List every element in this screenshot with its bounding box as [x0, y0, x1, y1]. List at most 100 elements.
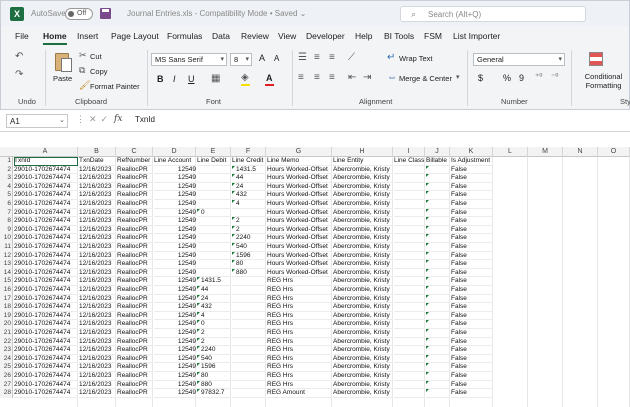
cell[interactable]: 29010-1702674474	[14, 312, 78, 321]
cell[interactable]: Line Debit	[197, 157, 231, 166]
cut-icon[interactable]: ✂	[79, 51, 87, 60]
cell[interactable]: 29010-1702674474	[14, 260, 78, 269]
cell[interactable]: 12549	[154, 217, 196, 226]
cell[interactable]: Abercrombie, Kristy	[333, 166, 393, 175]
cell[interactable]: 12549	[154, 320, 196, 329]
cell[interactable]: 880	[232, 268, 266, 278]
cell[interactable]: 12549	[154, 166, 196, 175]
font-color-button[interactable]: A	[266, 73, 273, 83]
grow-font-button[interactable]: A	[259, 53, 265, 63]
underline-button[interactable]: U	[188, 74, 195, 84]
save-icon[interactable]	[100, 8, 111, 19]
cell[interactable]: 29010-1702674474	[14, 338, 78, 347]
cell[interactable]: 12/16/2023	[79, 166, 116, 175]
cell[interactable]: Abercrombie, Kristy	[333, 226, 393, 235]
cell[interactable]: Abercrombie, Kristy	[333, 191, 393, 200]
cell[interactable]	[394, 191, 425, 200]
cell[interactable]	[394, 381, 425, 390]
currency-button[interactable]: $	[478, 73, 483, 83]
row-header[interactable]: 22	[0, 337, 13, 347]
cell[interactable]: 12549	[154, 389, 196, 398]
cell[interactable]	[394, 174, 425, 183]
cell[interactable]: Abercrombie, Kristy	[333, 252, 393, 261]
cell[interactable]	[394, 329, 425, 338]
comma-button[interactable]: 9	[519, 73, 524, 83]
name-box[interactable]: A1 ⌄	[6, 114, 68, 128]
cell[interactable]: 12549	[154, 286, 196, 295]
cell[interactable]: 12/16/2023	[79, 234, 116, 243]
cell[interactable]	[426, 174, 450, 183]
cell[interactable]: Abercrombie, Kristy	[333, 243, 393, 252]
row-header[interactable]: 1	[0, 157, 13, 166]
cell[interactable]	[197, 183, 231, 192]
cell[interactable]: ReallocPR	[117, 234, 153, 243]
cell[interactable]	[426, 182, 450, 192]
cell[interactable]: Abercrombie, Kristy	[333, 320, 393, 329]
cell[interactable]: Abercrombie, Kristy	[333, 209, 393, 218]
cell[interactable]: 12/16/2023	[79, 346, 116, 355]
cell[interactable]: 12/16/2023	[79, 183, 116, 192]
increase-decimal-icon[interactable]: ⁺⁰	[535, 73, 542, 81]
cell[interactable]: Hours Worked-Offset	[267, 243, 332, 252]
row-header[interactable]: 12	[0, 251, 13, 261]
cell[interactable]: False	[451, 260, 493, 269]
cell[interactable]: 12/16/2023	[79, 295, 116, 304]
cell[interactable]	[394, 312, 425, 321]
cell[interactable]: False	[451, 269, 493, 278]
row-header[interactable]: 10	[0, 234, 13, 243]
row-header[interactable]: 18	[0, 303, 13, 312]
cell[interactable]	[426, 372, 450, 381]
cell[interactable]	[426, 329, 450, 338]
cell[interactable]	[232, 320, 266, 329]
font-size-select[interactable]: 8 ▾	[230, 53, 252, 66]
cell[interactable]	[426, 243, 450, 252]
number-format-select[interactable]: General ▾	[473, 53, 565, 66]
cell[interactable]	[232, 389, 266, 398]
row-header[interactable]: 5	[0, 191, 13, 200]
cut-button[interactable]: Cut	[90, 52, 102, 61]
cell[interactable]: 2	[232, 225, 266, 235]
row-header[interactable]: 24	[0, 354, 13, 364]
increase-indent-icon[interactable]: ⇥	[363, 73, 371, 83]
cell[interactable]	[197, 166, 231, 175]
cell[interactable]: 1431.5	[197, 277, 231, 286]
cell[interactable]	[426, 354, 450, 364]
cell[interactable]: False	[451, 209, 493, 218]
cell[interactable]	[232, 346, 266, 355]
cell[interactable]	[197, 234, 231, 243]
cell[interactable]: ReallocPR	[117, 277, 153, 286]
fill-color-icon[interactable]: ◈	[241, 73, 249, 83]
cell[interactable]: 44	[232, 174, 266, 183]
cell[interactable]	[426, 294, 450, 304]
cell[interactable]: 29010-1702674474	[14, 320, 78, 329]
cell[interactable]	[426, 311, 450, 321]
cell[interactable]: 12/16/2023	[79, 243, 116, 252]
cell[interactable]: 12/16/2023	[79, 303, 116, 312]
cell[interactable]	[426, 346, 450, 355]
tab-bi-tools[interactable]: BI Tools	[384, 31, 414, 41]
cell[interactable]: 12/16/2023	[79, 277, 116, 286]
column-header[interactable]: B	[78, 147, 116, 157]
cell[interactable]: ReallocPR	[117, 269, 153, 278]
cell[interactable]: 29010-1702674474	[14, 389, 78, 398]
cell[interactable]: 12/16/2023	[79, 286, 116, 295]
autosave-toggle[interactable]: Off	[65, 8, 93, 20]
tab-list-importer[interactable]: List Importer	[453, 31, 500, 41]
cell[interactable]: 29010-1702674474	[14, 346, 78, 355]
cell[interactable]	[232, 372, 266, 381]
cell[interactable]: 29010-1702674474	[14, 286, 78, 295]
cell[interactable]	[426, 165, 450, 175]
cell[interactable]: 12549	[154, 312, 196, 321]
cell[interactable]: False	[451, 243, 493, 252]
column-header[interactable]: H	[332, 147, 393, 157]
cell[interactable]: ReallocPR	[117, 191, 153, 200]
cell[interactable]: 29010-1702674474	[14, 183, 78, 192]
cell[interactable]: Is Adjustment	[451, 157, 493, 166]
cell[interactable]: 12/16/2023	[79, 217, 116, 226]
column-header[interactable]: M	[528, 147, 563, 157]
cell[interactable]: ReallocPR	[117, 355, 153, 364]
cell[interactable]: 540	[197, 354, 231, 364]
redo-icon[interactable]: ↷	[15, 70, 23, 80]
tab-fsm[interactable]: FSM	[424, 31, 442, 41]
font-name-select[interactable]: MS Sans Serif ▾	[151, 53, 227, 66]
